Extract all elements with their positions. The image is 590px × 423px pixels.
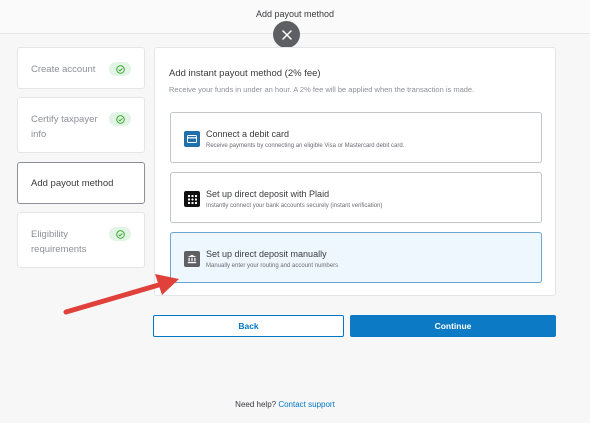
step-add-payout-method[interactable]: Add payout method (17, 162, 145, 204)
step-complete-badge (109, 227, 131, 241)
option-title: Connect a debit card (206, 129, 290, 139)
option-description: Manually enter your routing and account … (206, 263, 339, 269)
close-icon (281, 29, 292, 40)
check-icon (115, 229, 125, 239)
option-debit-card[interactable]: Connect a debit card Receive payments by… (170, 112, 542, 163)
step-create-account[interactable]: Create account (17, 47, 145, 89)
step-label: Create account (31, 64, 96, 75)
plaid-logo-icon (184, 191, 200, 207)
option-direct-deposit-manual[interactable]: Set up direct deposit manually Manually … (170, 232, 542, 283)
step-certify-taxpayer-info[interactable]: Certify taxpayer info (17, 97, 145, 153)
step-eligibility-requirements[interactable]: Eligibility requirements (17, 212, 145, 268)
bank-icon (184, 251, 200, 267)
payout-method-panel: Add instant payout method (2% fee) Recei… (154, 47, 556, 296)
step-label: Add payout method (31, 178, 114, 189)
step-label: Eligibility requirements (31, 229, 87, 255)
step-complete-badge (109, 112, 131, 126)
check-icon (115, 64, 125, 74)
page-title: Add payout method (255, 9, 335, 19)
help-text: Need help? (235, 400, 277, 409)
annotation-arrow-icon (63, 274, 179, 315)
option-plaid[interactable]: Set up direct deposit with Plaid Instant… (170, 172, 542, 223)
option-title: Set up direct deposit with Plaid (206, 189, 330, 199)
panel-title: Add instant payout method (2% fee) (169, 68, 321, 79)
panel-subtitle: Receive your funds in under an hour. A 2… (169, 85, 475, 94)
help-footer: Need help? Contact support (0, 400, 570, 409)
step-label: Certify taxpayer info (31, 114, 98, 140)
continue-button[interactable]: Continue (350, 315, 556, 337)
check-icon (115, 114, 125, 124)
option-title: Set up direct deposit manually (206, 249, 327, 259)
option-description: Receive payments by connecting an eligib… (206, 143, 405, 149)
back-button[interactable]: Back (153, 315, 344, 337)
credit-card-icon (184, 131, 200, 147)
option-description: Instantly connect your bank accounts sec… (206, 203, 383, 209)
close-button[interactable] (273, 21, 300, 48)
step-complete-badge (109, 62, 131, 76)
contact-support-link[interactable]: Contact support (278, 400, 334, 409)
